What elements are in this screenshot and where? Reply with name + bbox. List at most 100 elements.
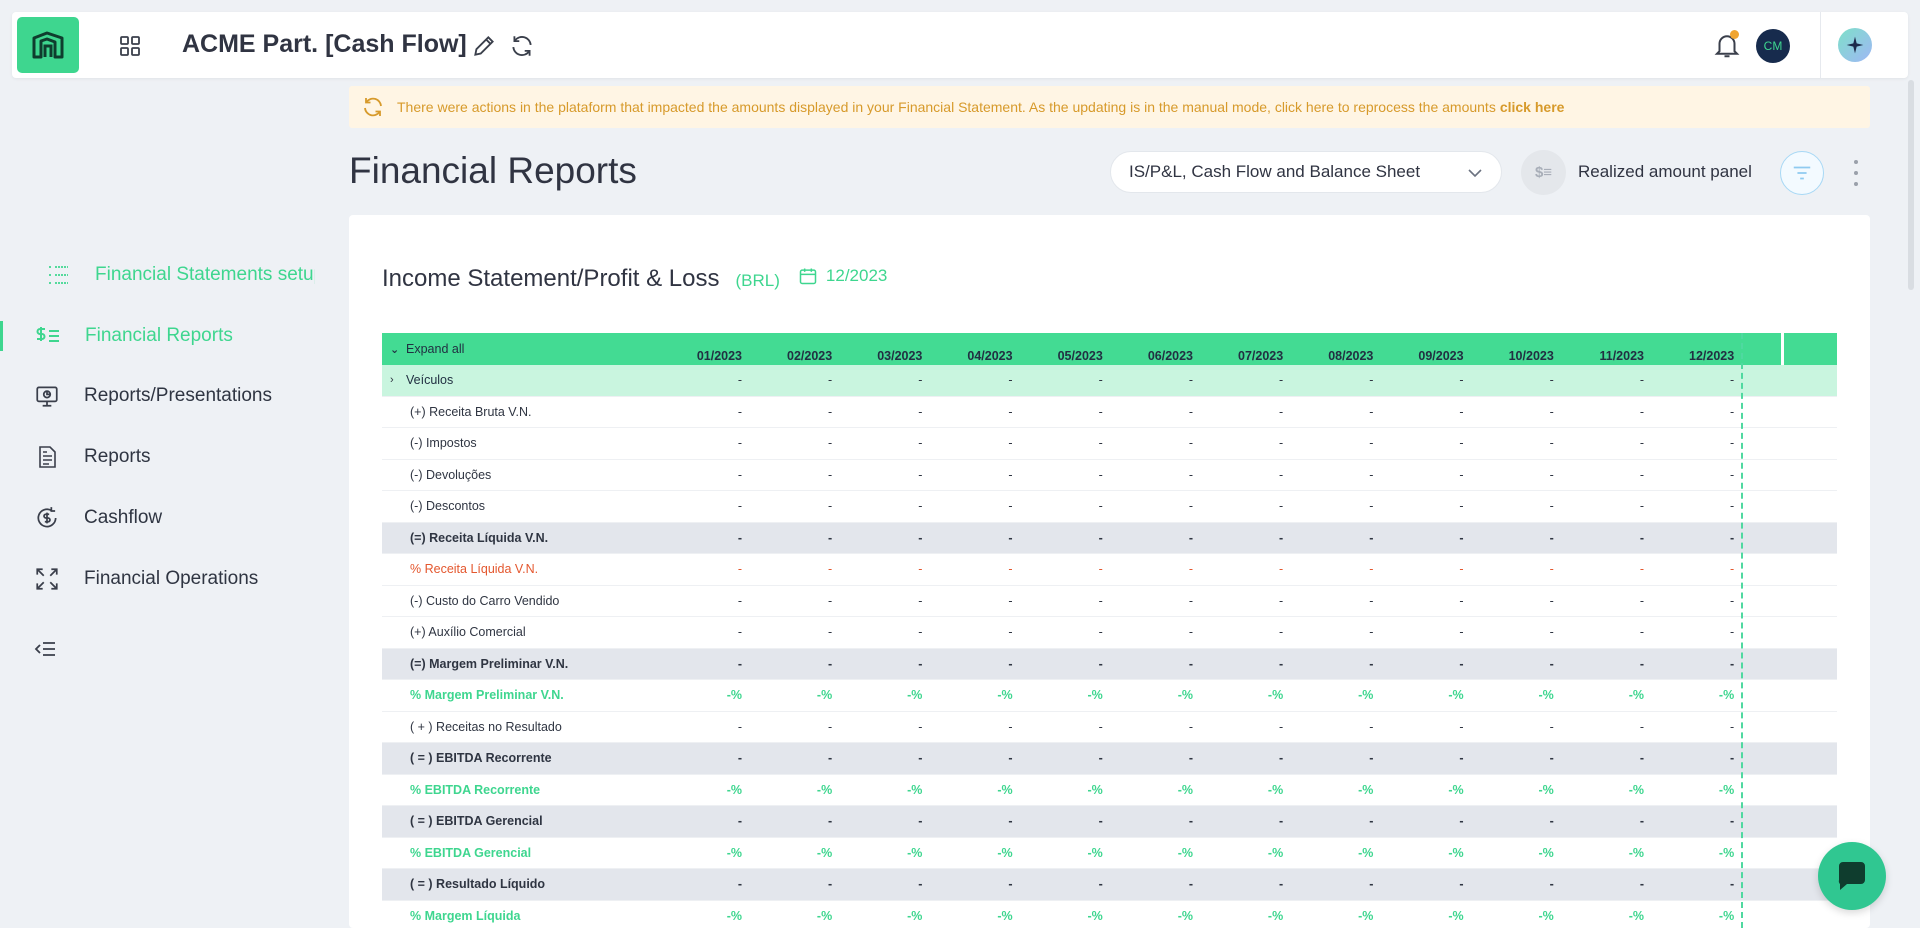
table-row: (-) Impostos - - - - - - - - - - - - [382,428,1837,460]
table-cell: - [1459,751,1464,766]
more-vertical-icon[interactable] [1850,160,1862,186]
table-cell: - [1549,373,1554,388]
sidebar-item-financial-reports[interactable]: Financial Reports [33,321,233,351]
sidebar-item-financial-operations[interactable]: Financial Operations [32,564,258,594]
table-cell: - [1369,530,1374,545]
extra-column-cell [1781,491,1837,522]
extra-column-cell [1781,901,1837,928]
table-cell: - [1279,562,1284,577]
table-cell: -% [816,688,833,703]
table-cell: -% [1448,908,1464,923]
sidebar-item-reports-presentations[interactable]: Reports/Presentations [32,381,272,411]
table-cell: - [1459,719,1464,734]
logo-icon[interactable] [17,17,79,73]
collapse-menu-icon[interactable] [33,637,59,661]
table-cell: -% [1538,845,1554,860]
table-cell: - [1459,499,1464,514]
table-cell: - [1279,404,1284,419]
table-cell: - [1730,751,1735,766]
report-date-picker[interactable]: 12/2023 [798,266,887,286]
table-cell: -% [1087,782,1103,797]
table-cell: - [1730,436,1735,451]
edit-pencil-icon[interactable] [471,33,497,59]
table-cell: - [1098,467,1103,482]
realized-amount-icon[interactable]: $≡ [1521,150,1566,195]
table-cell: - [828,751,833,766]
month-column-header: 08/2023 [1328,349,1374,363]
extra-column-cell [1781,806,1837,837]
table-cell: - [1639,593,1644,608]
row-label: % Receita Líquida V.N. [410,562,539,577]
apps-grid-icon[interactable] [118,34,142,58]
chevron-right-icon[interactable]: › [390,374,394,386]
chevron-down-icon [1467,165,1483,186]
table-cell: - [737,562,742,577]
table-cell: - [1279,814,1284,829]
table-cell: - [1369,467,1374,482]
filter-icon[interactable] [1780,151,1824,195]
table-cell: - [1549,814,1554,829]
table-cell: - [1098,656,1103,671]
table-cell: - [1008,877,1013,892]
table-cell: - [1008,530,1013,545]
report-view-select[interactable]: IS/P&L, Cash Flow and Balance Sheet [1110,151,1502,193]
table-cell: - [918,530,923,545]
table-cell: - [1549,562,1554,577]
table-cell: - [1279,593,1284,608]
table-cell: - [1008,499,1013,514]
table-cell: -% [1538,688,1554,703]
sidebar-item-cashflow[interactable]: Cashflow [32,503,162,533]
table-cell: -% [1628,908,1644,923]
table-cell: - [828,719,833,734]
table-cell: - [1549,656,1554,671]
page-scrollbar[interactable] [1908,80,1914,290]
table-cell: - [1188,625,1193,640]
table-cell: - [1098,530,1103,545]
table-cell: - [737,719,742,734]
table-cell: - [1549,877,1554,892]
table-cell: - [1549,404,1554,419]
table-cell: - [1730,877,1735,892]
reprocess-alert[interactable]: There were actions in the plataform that… [349,86,1870,128]
table-cell: - [1549,593,1554,608]
table-cell: - [1188,593,1193,608]
sidebar-item-reports[interactable]: Reports [32,442,151,472]
alert-link[interactable]: click here [1500,99,1565,115]
table-cell: - [1279,436,1284,451]
sidebar-item-financial-statements-setup[interactable]: Financial Statements setup [43,260,315,290]
table-cell: - [1279,751,1284,766]
table-cell: - [1459,467,1464,482]
table-cell: -% [907,908,923,923]
table-cell: - [1639,436,1644,451]
top-bar: ACME Part. [Cash Flow] CM [12,12,1908,78]
extra-column-cell [1781,743,1837,774]
row-label: % Margem Líquida [410,908,521,923]
table-cell: - [1369,436,1374,451]
avatar[interactable]: CM [1756,29,1790,63]
month-column-header: 01/2023 [696,349,742,363]
table-cell: - [1008,751,1013,766]
row-label: ( = ) Resultado Líquido [410,877,546,892]
table-cell: -% [997,845,1013,860]
table-cell: - [1098,562,1103,577]
chat-icon[interactable] [1818,842,1886,910]
table-cell: - [1730,625,1735,640]
refresh-icon[interactable] [509,33,535,59]
table-cell: -% [907,782,923,797]
realized-amount-label[interactable]: Realized amount panel [1578,162,1752,182]
extra-column-cell [1781,523,1837,554]
table-group-row[interactable]: › Veículos - - - - - - - - - - - - [382,365,1837,397]
table-cell: - [1098,877,1103,892]
report-title: Income Statement/Profit & Loss [382,265,720,292]
table-cell: - [1639,467,1644,482]
table-cell: - [828,467,833,482]
table-cell: - [828,593,833,608]
month-column-header: 06/2023 [1147,349,1193,363]
chevron-down-icon[interactable]: ⌄ [390,343,399,356]
table-cell: -% [816,845,833,860]
extra-column-cell [1781,649,1837,680]
row-label: ( = ) EBITDA Recorrente [410,751,552,766]
alert-message: There were actions in the plataform that… [397,99,1496,115]
expand-all-button[interactable]: Expand all [406,342,464,356]
ai-sparkle-icon[interactable] [1838,28,1872,62]
